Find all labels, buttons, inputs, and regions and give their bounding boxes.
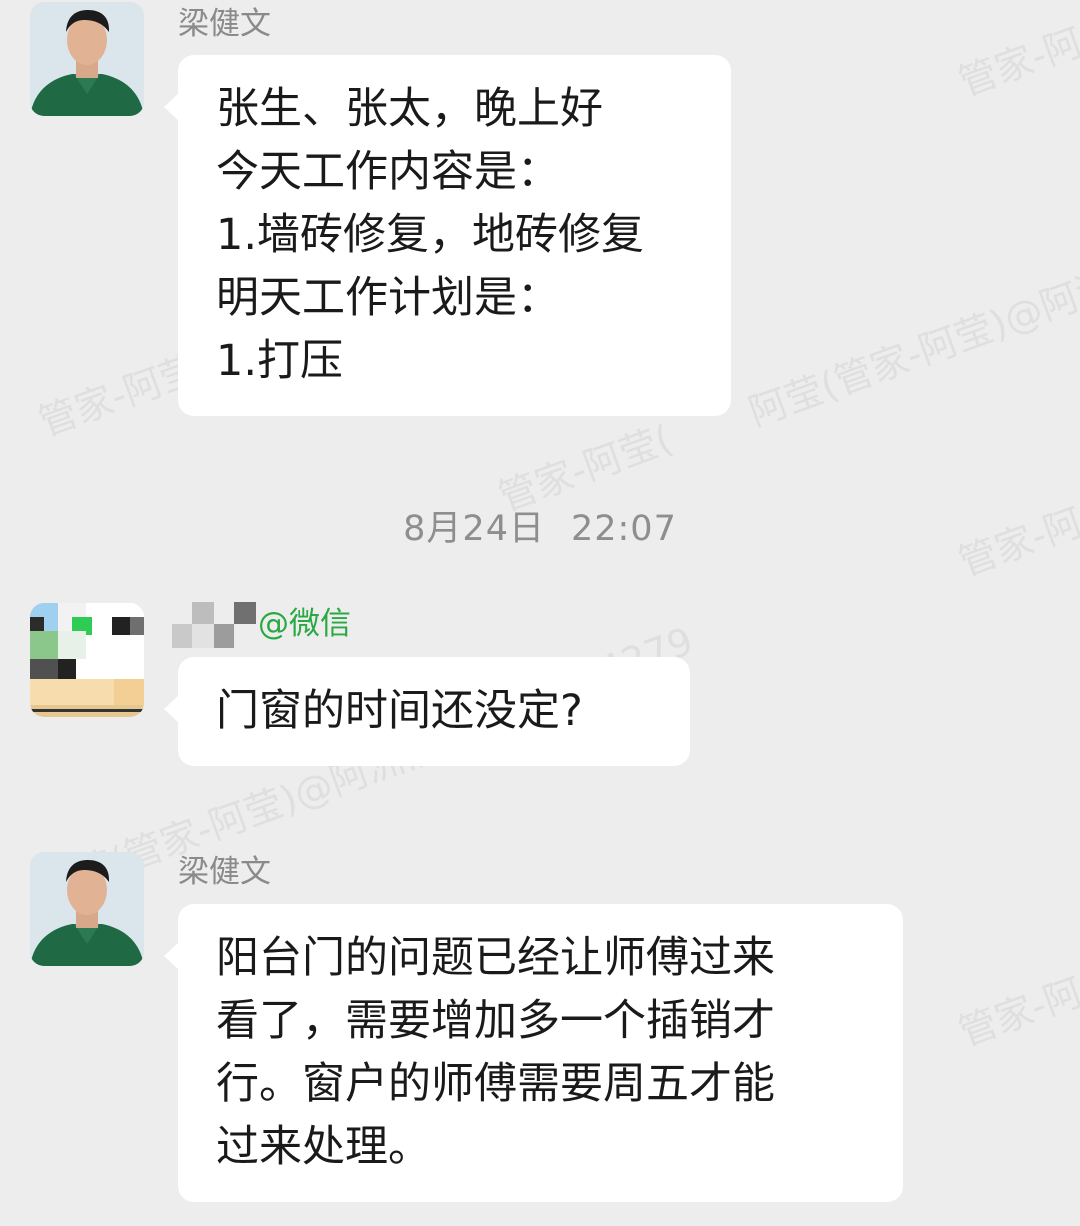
watermark-text: 管家-阿 [953, 969, 1080, 1055]
sender-name-mosaic [172, 602, 256, 648]
avatar[interactable] [30, 603, 144, 717]
avatar[interactable] [30, 2, 144, 116]
message-line: 今天工作内容是： [216, 147, 560, 197]
chat-timestamp: 8月24日 22:07 [0, 500, 1080, 551]
timestamp-time: 22:07 [570, 509, 677, 549]
watermark-text: 阿莹(管家-阿莹)@阿洲旧房翻新62 [743, 193, 1080, 435]
avatar[interactable] [30, 852, 144, 966]
message-bubble[interactable]: 张生、张太，晚上好 今天工作内容是： 1.墙砖修复，地砖修复 明天工作计划是： … [164, 55, 731, 416]
message-line: 过来处理。 [216, 1122, 431, 1172]
message-line: 看了，需要增加多一个插销才 [216, 996, 775, 1046]
wechat-source-tag: @微信 [258, 606, 351, 642]
avatar-photo [30, 852, 144, 966]
sender-name: 梁健文 [178, 854, 271, 890]
message-line: 张生、张太，晚上好 [216, 84, 603, 134]
message-line: 阳台门的问题已经让师傅过来 [216, 933, 775, 983]
message-line: 1.墙砖修复，地砖修复 [216, 210, 645, 260]
sender-name: 梁健文 [178, 6, 271, 42]
avatar-pixelated-icon [30, 603, 144, 717]
watermark-text: 管家-阿 [953, 19, 1080, 105]
message-line: 门窗的时间还没定? [216, 686, 583, 736]
message-line: 1.打压 [216, 336, 344, 386]
message-line: 明天工作计划是： [216, 273, 560, 323]
message-bubble[interactable]: 阳台门的问题已经让师傅过来 看了，需要增加多一个插销才 行。窗户的师傅需要周五才… [164, 904, 903, 1202]
timestamp-date: 8月24日 [403, 509, 545, 549]
avatar-photo [30, 2, 144, 116]
message-bubble[interactable]: 门窗的时间还没定? [164, 657, 690, 766]
message-line: 行。窗户的师傅需要周五才能 [216, 1059, 775, 1109]
